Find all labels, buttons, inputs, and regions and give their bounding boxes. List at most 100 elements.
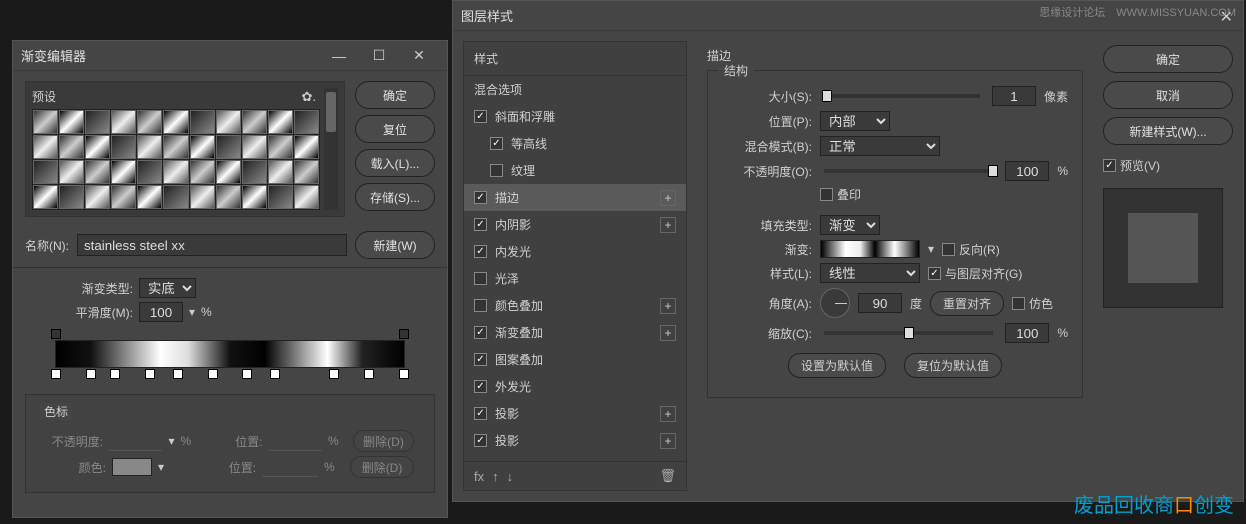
color-stop[interactable] bbox=[145, 369, 155, 379]
chevron-down-icon[interactable]: ▾ bbox=[158, 460, 164, 474]
preset-swatch[interactable] bbox=[137, 185, 162, 209]
load-button[interactable]: 载入(L)... bbox=[355, 149, 435, 177]
size-input[interactable] bbox=[992, 86, 1036, 106]
style-item-10[interactable]: 外发光 bbox=[464, 373, 686, 400]
preset-swatch[interactable] bbox=[294, 135, 319, 159]
preset-swatch[interactable] bbox=[111, 160, 136, 184]
opacity-stop[interactable] bbox=[399, 329, 409, 339]
preset-swatch[interactable] bbox=[242, 185, 267, 209]
close-icon[interactable]: ✕ bbox=[399, 42, 439, 70]
color-stop[interactable] bbox=[208, 369, 218, 379]
trash-icon[interactable]: 🗑 bbox=[659, 468, 676, 484]
style-item-5[interactable]: 内发光 bbox=[464, 238, 686, 265]
preset-swatch[interactable] bbox=[163, 185, 188, 209]
style-checkbox[interactable] bbox=[474, 110, 487, 123]
style-item-8[interactable]: 渐变叠加+ bbox=[464, 319, 686, 346]
smooth-input[interactable] bbox=[139, 302, 183, 322]
style-checkbox[interactable] bbox=[474, 245, 487, 258]
preset-swatch[interactable] bbox=[59, 185, 84, 209]
add-effect-icon[interactable]: + bbox=[660, 433, 676, 449]
preset-swatch[interactable] bbox=[59, 135, 84, 159]
preset-swatch[interactable] bbox=[190, 185, 215, 209]
minimize-icon[interactable]: ― bbox=[319, 42, 359, 70]
ok-button[interactable]: 确定 bbox=[355, 81, 435, 109]
style-checkbox[interactable] bbox=[474, 434, 487, 447]
blend-options-item[interactable]: 混合选项 bbox=[464, 76, 686, 103]
opacity-stop-input[interactable] bbox=[109, 431, 162, 451]
preset-swatch[interactable] bbox=[163, 110, 188, 134]
gear-icon[interactable]: ✿. bbox=[301, 89, 316, 105]
opacity-input[interactable] bbox=[1005, 161, 1049, 181]
blend-mode-select[interactable]: 正常 bbox=[820, 136, 940, 156]
preset-swatch[interactable] bbox=[33, 135, 58, 159]
style-checkbox[interactable] bbox=[490, 137, 503, 150]
reverse-checkbox[interactable]: 反向(R) bbox=[942, 241, 1000, 258]
preset-swatch[interactable] bbox=[137, 135, 162, 159]
preset-swatch[interactable] bbox=[294, 110, 319, 134]
ok-button[interactable]: 确定 bbox=[1103, 45, 1233, 73]
style-item-4[interactable]: 内阴影+ bbox=[464, 211, 686, 238]
position-input[interactable] bbox=[262, 457, 318, 477]
cancel-button[interactable]: 取消 bbox=[1103, 81, 1233, 109]
preset-swatch[interactable] bbox=[242, 160, 267, 184]
fill-type-select[interactable]: 渐变 bbox=[820, 215, 880, 235]
scale-input[interactable] bbox=[1005, 323, 1049, 343]
style-checkbox[interactable] bbox=[490, 164, 503, 177]
save-button[interactable]: 存储(S)... bbox=[355, 183, 435, 211]
style-checkbox[interactable] bbox=[474, 191, 487, 204]
align-layer-checkbox[interactable]: 与图层对齐(G) bbox=[928, 265, 1022, 282]
preset-swatch[interactable] bbox=[59, 110, 84, 134]
delete-button[interactable]: 删除(D) bbox=[353, 430, 414, 452]
style-checkbox[interactable] bbox=[474, 353, 487, 366]
delete-button[interactable]: 删除(D) bbox=[350, 456, 414, 478]
chevron-down-icon[interactable]: ▾ bbox=[928, 242, 934, 256]
set-default-button[interactable]: 设置为默认值 bbox=[788, 353, 886, 378]
preset-swatch[interactable] bbox=[216, 160, 241, 184]
preset-swatch[interactable] bbox=[216, 110, 241, 134]
reset-align-button[interactable]: 重置对齐 bbox=[930, 291, 1004, 316]
chevron-down-icon[interactable]: ▾ bbox=[168, 434, 174, 448]
style-checkbox[interactable] bbox=[474, 407, 487, 420]
opacity-stop[interactable] bbox=[51, 329, 61, 339]
color-stop[interactable] bbox=[364, 369, 374, 379]
add-effect-icon[interactable]: + bbox=[660, 190, 676, 206]
preset-swatch[interactable] bbox=[111, 185, 136, 209]
preset-swatch[interactable] bbox=[33, 160, 58, 184]
style-item-9[interactable]: 图案叠加 bbox=[464, 346, 686, 373]
arrow-up-icon[interactable]: ↑ bbox=[492, 469, 499, 484]
preset-swatch[interactable] bbox=[85, 185, 110, 209]
style-checkbox[interactable] bbox=[474, 272, 487, 285]
size-slider[interactable] bbox=[824, 94, 980, 98]
preset-swatch[interactable] bbox=[268, 135, 293, 159]
style-item-12[interactable]: 投影+ bbox=[464, 427, 686, 454]
opacity-slider[interactable] bbox=[824, 169, 993, 173]
style-checkbox[interactable] bbox=[474, 299, 487, 312]
style-checkbox[interactable] bbox=[474, 326, 487, 339]
style-item-1[interactable]: 等高线 bbox=[464, 130, 686, 157]
color-stop[interactable] bbox=[270, 369, 280, 379]
maximize-icon[interactable]: ☐ bbox=[359, 42, 399, 70]
overprint-checkbox[interactable]: 叠印 bbox=[820, 186, 861, 203]
position-input[interactable] bbox=[269, 431, 322, 451]
gradient-bar[interactable] bbox=[55, 340, 405, 368]
preset-swatch[interactable] bbox=[59, 160, 84, 184]
preset-swatch[interactable] bbox=[137, 160, 162, 184]
color-stop[interactable] bbox=[86, 369, 96, 379]
name-input[interactable] bbox=[77, 234, 347, 256]
style-checkbox[interactable] bbox=[474, 380, 487, 393]
preview-checkbox[interactable]: 预览(V) bbox=[1103, 157, 1233, 174]
add-effect-icon[interactable]: + bbox=[660, 406, 676, 422]
preset-swatch[interactable] bbox=[190, 110, 215, 134]
preset-scrollbar[interactable] bbox=[324, 88, 338, 210]
preset-swatch[interactable] bbox=[85, 160, 110, 184]
color-stop[interactable] bbox=[242, 369, 252, 379]
color-stop[interactable] bbox=[110, 369, 120, 379]
style-select[interactable]: 线性 bbox=[820, 263, 920, 283]
arrow-down-icon[interactable]: ↓ bbox=[507, 469, 514, 484]
zoom-in-icon[interactable] bbox=[411, 346, 427, 362]
style-item-7[interactable]: 颜色叠加+ bbox=[464, 292, 686, 319]
scale-slider[interactable] bbox=[824, 331, 993, 335]
titlebar[interactable]: 渐变编辑器 ― ☐ ✕ bbox=[13, 41, 447, 71]
zoom-out-icon[interactable] bbox=[33, 346, 49, 362]
color-stop[interactable] bbox=[399, 369, 409, 379]
